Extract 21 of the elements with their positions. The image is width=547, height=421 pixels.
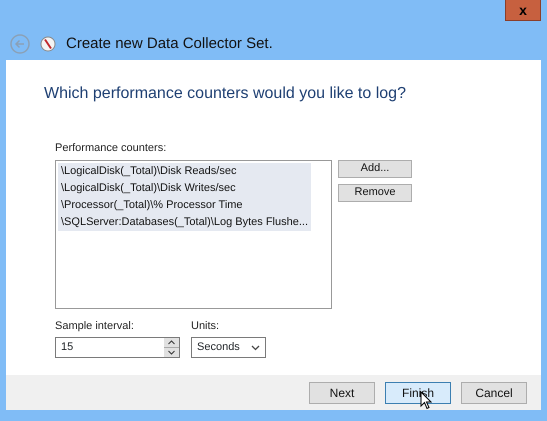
sample-interval-label: Sample interval: bbox=[55, 318, 135, 334]
list-action-button[interactable]: Add... bbox=[338, 160, 412, 178]
chevron-icon bbox=[251, 344, 260, 350]
counter-item[interactable]: \LogicalDisk(_Total)\Disk Writes/sec bbox=[58, 180, 311, 196]
gauge-icon bbox=[40, 36, 56, 52]
units-label: Units: bbox=[191, 318, 220, 334]
wizard-button[interactable]: Cancel bbox=[461, 382, 527, 404]
list-action-button[interactable]: Remove bbox=[338, 184, 412, 202]
wizard-button[interactable]: Next bbox=[309, 382, 375, 404]
wizard-button[interactable]: Finish bbox=[385, 382, 451, 404]
counters-label: Performance counters: bbox=[55, 141, 168, 156]
sample-interval-field[interactable]: 15 bbox=[55, 337, 180, 358]
page-heading: Which performance counters would you like to log? bbox=[44, 84, 407, 104]
counter-item[interactable]: \Processor(_Total)\% Processor Time bbox=[58, 196, 311, 214]
counters-list[interactable]: \LogicalDisk(_Total)\Disk Reads/sec \LogicalDisk(_Total)\Disk Writes/sec \Processor(_Total)\% Processor Time \SQLServer:Databases(_Total)\Log Bytes Flushe... bbox=[55, 160, 332, 308]
counter-item[interactable]: \SQLServer:Databases(_Total)\Log Bytes Flushe... bbox=[58, 214, 311, 230]
counter-item[interactable]: \LogicalDisk(_Total)\Disk Reads/sec bbox=[58, 162, 311, 180]
window-title: Create new Data Collector Set. bbox=[66, 34, 273, 54]
spin-icon[interactable] bbox=[164, 338, 179, 357]
close-button[interactable]: x bbox=[505, 0, 541, 21]
units-dropdown[interactable]: Seconds bbox=[191, 337, 266, 358]
